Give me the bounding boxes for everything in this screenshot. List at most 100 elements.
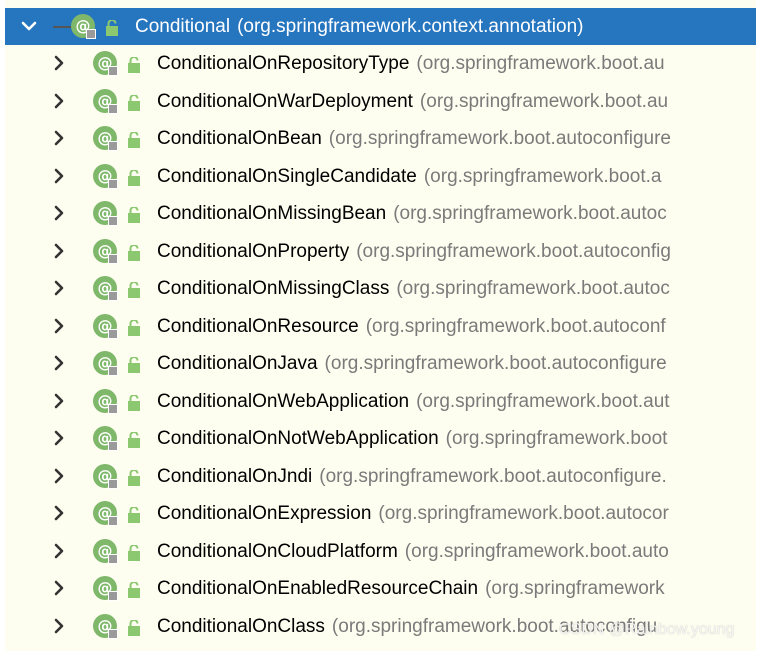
class-name: ConditionalOnResource (157, 315, 359, 337)
chevron-right-icon[interactable] (49, 466, 69, 486)
tree-item-row[interactable]: @ ConditionalOnEnabledResourceChain (org.s… (5, 570, 756, 607)
tree-item-row[interactable]: @ ConditionalOnWarDeployment (org.springfr… (5, 83, 756, 120)
tree-item-row[interactable]: @ ConditionalOnCloudPlatform (org.springfr… (5, 533, 756, 570)
tree-item-row[interactable]: @ ConditionalOnResource (org.springframewo… (5, 308, 756, 345)
package-name: (org.springframework.boot (445, 428, 668, 449)
annotation-icon: @ (93, 501, 119, 527)
lock-icon (127, 582, 141, 598)
chevron-down-icon[interactable] (19, 16, 39, 36)
class-name: ConditionalOnWebApplication (157, 390, 410, 412)
connector-line (53, 26, 71, 28)
package-name: (org.springframework.boot.autoconfig (356, 240, 671, 262)
annotation-icon: @ (93, 88, 119, 115)
badge-icon (108, 253, 118, 264)
lock-icon (127, 57, 141, 73)
chevron-right-icon[interactable] (49, 91, 69, 111)
lock-icon (127, 357, 141, 373)
lock-icon (127, 244, 141, 261)
type-hierarchy-tree: @ Conditional (org.springframework.contex… (5, 0, 756, 651)
class-name: ConditionalOnBean (157, 128, 322, 149)
chevron-right-icon[interactable] (49, 541, 69, 561)
tree-item-row[interactable]: @ ConditionalOnJndi (org.springframework.b… (5, 458, 756, 495)
class-name: ConditionalOnRepositoryType (157, 53, 410, 74)
tree-root-row[interactable]: @ Conditional (org.springframework.contex… (5, 8, 756, 45)
lock-icon (127, 132, 141, 148)
badge-icon (108, 403, 118, 414)
badge-icon (108, 516, 118, 526)
badge-icon (108, 141, 118, 151)
tree-item-label: ConditionalOnWebApplication (org.springfr… (157, 383, 670, 420)
chevron-right-icon[interactable] (49, 316, 69, 336)
chevron-right-icon[interactable] (49, 53, 69, 73)
package-name: (org.springframework.boot.autoc (396, 278, 670, 299)
badge-icon (108, 478, 118, 489)
class-name: ConditionalOnWarDeployment (157, 90, 413, 112)
tree-item-row[interactable]: @ ConditionalOnBean (org.springframework.b… (5, 120, 756, 157)
chevron-right-icon[interactable] (49, 353, 69, 373)
tree-item-label: ConditionalOnNotWebApplication (org.sprin… (157, 420, 667, 457)
lock-icon (105, 20, 119, 36)
badge-icon (108, 178, 118, 189)
class-name: ConditionalOnProperty (157, 240, 350, 262)
class-name: ConditionalOnMissingBean (157, 203, 387, 224)
package-name: (org.springframework.boot.aut (416, 390, 670, 412)
badge-icon (108, 216, 118, 226)
lock-icon (127, 207, 141, 223)
annotation-icon: @ (93, 126, 119, 152)
class-name: ConditionalOnClass (157, 615, 325, 637)
tree-item-label: ConditionalOnProperty (org.springframewor… (157, 233, 671, 270)
annotation-icon: @ (93, 276, 119, 302)
tree-item-label: ConditionalOnCloudPlatform (org.springfra… (157, 533, 669, 570)
tree-item-label: ConditionalOnEnabledResourceChain (org.sp… (157, 570, 665, 607)
package-name: (org.springframework.context.annotation) (237, 16, 584, 37)
annotation-icon: @ (71, 14, 97, 40)
class-name: ConditionalOnEnabledResourceChain (157, 578, 479, 599)
chevron-right-icon[interactable] (49, 616, 69, 636)
package-name: (org.springframework.boot.a (423, 165, 662, 187)
annotation-icon: @ (93, 201, 119, 227)
annotation-icon: @ (93, 388, 119, 415)
annotation-icon: @ (93, 163, 119, 190)
class-name: ConditionalOnJndi (157, 465, 313, 487)
chevron-right-icon[interactable] (49, 278, 69, 298)
lock-icon (127, 94, 141, 111)
chevron-right-icon[interactable] (49, 391, 69, 411)
badge-icon (108, 366, 118, 376)
lock-icon (127, 432, 141, 448)
lock-icon (127, 544, 141, 561)
tree-item-row[interactable]: @ ConditionalOnExpression (org.springframe… (5, 495, 756, 532)
tree-item-row[interactable]: @ ConditionalOnWebApplication (org.springf… (5, 383, 756, 420)
package-name: (org.springframework.boot.au (416, 53, 665, 74)
tree-item-row[interactable]: @ ConditionalOnMissingBean (org.springfram… (5, 195, 756, 232)
lock-icon (127, 319, 141, 336)
tree-item-label: ConditionalOnWarDeployment (org.springfra… (157, 83, 668, 120)
chevron-right-icon[interactable] (49, 578, 69, 598)
tree-item-label: ConditionalOnJndi (org.springframework.bo… (157, 458, 667, 495)
tree-item-label: ConditionalOnBean (org.springframework.bo… (157, 120, 671, 157)
chevron-right-icon[interactable] (49, 241, 69, 261)
badge-icon (108, 103, 118, 114)
badge-icon (108, 66, 118, 76)
tree-item-row[interactable]: @ ConditionalOnNotWebApplication (org.spri… (5, 420, 756, 457)
badge-icon (108, 628, 118, 639)
lock-icon (127, 169, 141, 186)
chevron-right-icon[interactable] (49, 503, 69, 523)
chevron-right-icon[interactable] (49, 128, 69, 148)
annotation-icon: @ (93, 463, 119, 490)
package-name: (org.springframework.boot.auto (404, 540, 669, 562)
tree-item-row[interactable]: @ ConditionalOnMissingClass (org.springfra… (5, 270, 756, 307)
chevron-right-icon[interactable] (49, 203, 69, 223)
annotation-icon: @ (93, 51, 119, 77)
tree-item-row[interactable]: @ ConditionalOnSingleCandidate (org.spring… (5, 158, 756, 195)
tree-item-label: ConditionalOnRepositoryType (org.springfr… (157, 45, 665, 82)
tree-item-row[interactable]: @ ConditionalOnRepositoryType (org.springf… (5, 45, 756, 82)
tree-item-row[interactable]: @ ConditionalOnJava (org.springframework.b… (5, 345, 756, 382)
watermark: CSDN @Rainbow.young (559, 621, 735, 638)
chevron-right-icon[interactable] (49, 166, 69, 186)
tree-item-row[interactable]: @ ConditionalOnProperty (org.springframewo… (5, 233, 756, 270)
lock-icon (127, 469, 141, 486)
class-name: ConditionalOnMissingClass (157, 278, 390, 299)
chevron-right-icon[interactable] (49, 428, 69, 448)
tree-item-label: ConditionalOnExpression (org.springframew… (157, 495, 669, 532)
class-name: Conditional (135, 16, 231, 37)
